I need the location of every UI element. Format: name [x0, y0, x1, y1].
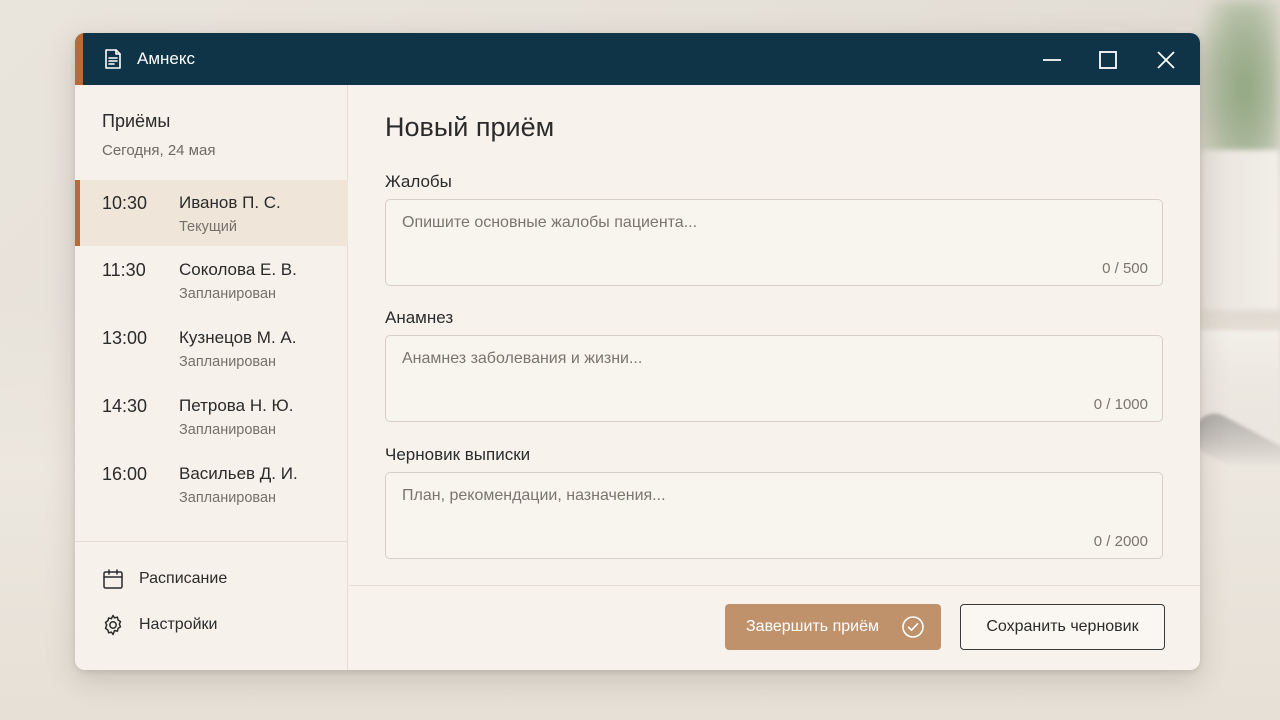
anamnesis-field[interactable]: Анамнез заболевания и жизни... 0 / 1000: [385, 335, 1163, 422]
discharge-draft-field[interactable]: План, рекомендации, назначения... 0 / 20…: [385, 472, 1163, 559]
background-pot: [1200, 150, 1280, 310]
appointment-time: 10:30: [102, 193, 148, 213]
app-title: Амнекс: [137, 49, 195, 68]
document-icon: [105, 49, 121, 69]
calendar-icon: [103, 569, 123, 589]
complete-appointment-label: Завершить приём: [746, 618, 879, 635]
close-icon[interactable]: [1153, 47, 1179, 73]
appointment-item[interactable]: 16:00 Васильев Д. И. Запланирован: [75, 451, 348, 517]
app-window: Амнекс Приёмы Сегодня, 24 мая 10:30 Иван…: [75, 33, 1200, 670]
sidebar-item-label: Настройки: [139, 616, 218, 633]
appointment-item[interactable]: 14:30 Петрова Н. Ю. Запланирован: [75, 383, 348, 449]
appointment-time: 16:00: [102, 464, 148, 484]
sidebar-date: Сегодня, 24 мая: [102, 142, 216, 159]
sidebar-item-settings[interactable]: Настройки: [101, 611, 321, 639]
appointment-patient: Васильев Д. И.: [179, 464, 298, 483]
check-circle-icon: [902, 616, 924, 638]
appointment-status: Запланирован: [179, 354, 277, 370]
gear-icon: [104, 614, 122, 636]
complaints-field[interactable]: Опишите основные жалобы пациента... 0 / …: [385, 199, 1163, 286]
sidebar-item-schedule[interactable]: Расписание: [101, 565, 321, 593]
appointment-item[interactable]: 11:30 Соколова Е. В. Запланирован: [75, 247, 348, 313]
sidebar-divider: [75, 541, 348, 542]
footer-divider: [349, 585, 1200, 586]
sidebar: Приёмы Сегодня, 24 мая 10:30 Иванов П. С…: [75, 85, 348, 670]
appointment-status: Запланирован: [179, 490, 277, 506]
appointment-item[interactable]: 13:00 Кузнецов М. А. Запланирован: [75, 315, 348, 381]
appointment-patient: Петрова Н. Ю.: [179, 396, 294, 415]
discharge-draft-placeholder: План, рекомендации, назначения...: [402, 487, 666, 504]
appointment-patient: Иванов П. С.: [179, 193, 281, 212]
appointment-patient: Кузнецов М. А.: [179, 328, 297, 347]
anamnesis-label: Анамнез: [385, 308, 454, 327]
title-bar[interactable]: Амнекс: [75, 33, 1200, 85]
appointment-item[interactable]: 10:30 Иванов П. С. Текущий: [75, 180, 348, 246]
page-title: Новый приём: [385, 112, 555, 142]
anamnesis-placeholder: Анамнез заболевания и жизни...: [402, 350, 643, 367]
appointment-status: Текущий: [179, 219, 237, 235]
anamnesis-counter: 0 / 1000: [1093, 396, 1148, 413]
save-draft-button[interactable]: Сохранить черновик: [960, 604, 1165, 650]
complete-appointment-button[interactable]: Завершить приём: [725, 604, 941, 650]
appointment-time: 13:00: [102, 328, 148, 348]
appointment-patient: Соколова Е. В.: [179, 260, 297, 279]
title-bar-accent: [75, 33, 83, 85]
complaints-counter: 0 / 500: [1102, 260, 1148, 277]
discharge-draft-label: Черновик выписки: [385, 445, 531, 464]
main-panel: Новый приём Жалобы Опишите основные жало…: [349, 85, 1200, 670]
appointment-status: Запланирован: [179, 422, 277, 438]
minimize-icon[interactable]: [1039, 47, 1065, 73]
complaints-label: Жалобы: [385, 172, 452, 191]
maximize-icon[interactable]: [1095, 47, 1121, 73]
sidebar-title: Приёмы: [102, 111, 171, 131]
appointment-time: 11:30: [102, 260, 146, 280]
appointment-time: 14:30: [102, 396, 148, 416]
appointment-status: Запланирован: [179, 286, 277, 302]
discharge-draft-counter: 0 / 2000: [1093, 533, 1148, 550]
sidebar-item-label: Расписание: [139, 570, 228, 587]
complaints-placeholder: Опишите основные жалобы пациента...: [402, 214, 698, 231]
